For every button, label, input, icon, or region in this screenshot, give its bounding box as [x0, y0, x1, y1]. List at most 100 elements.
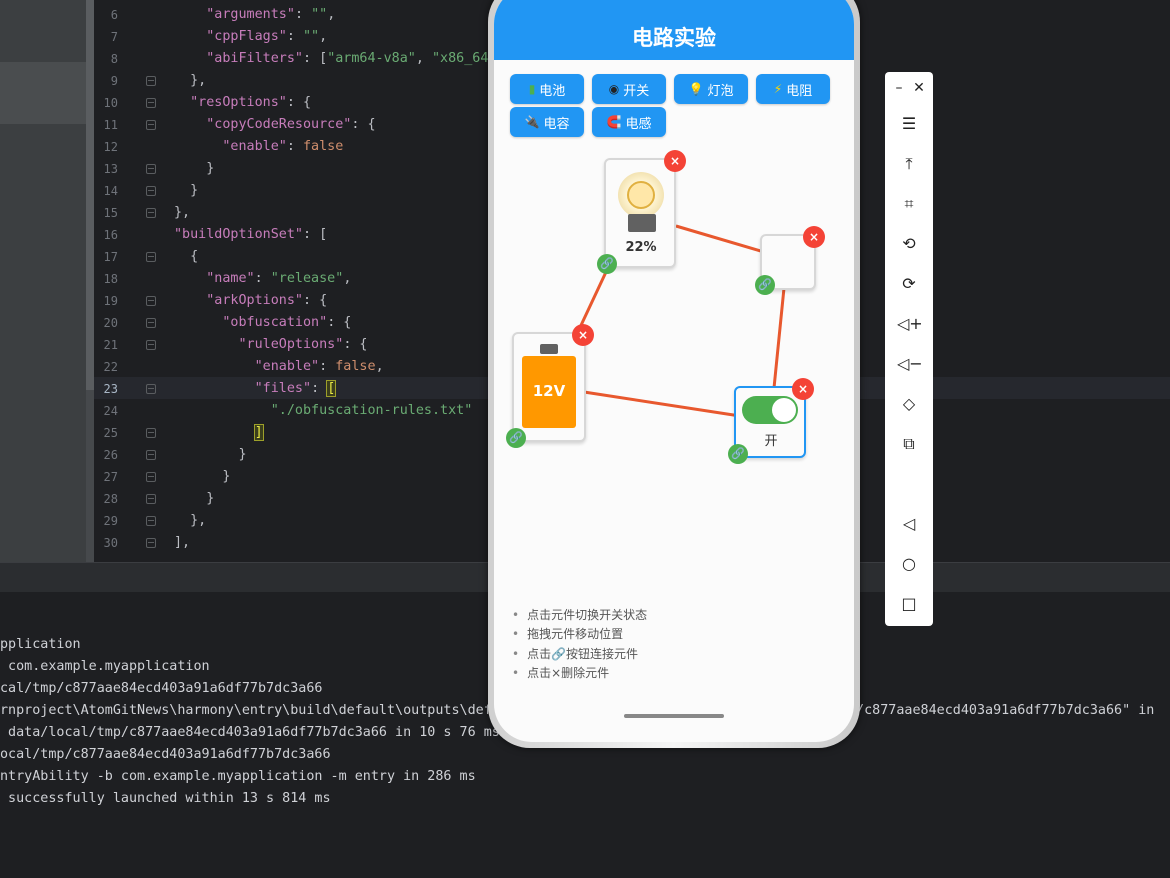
- lightning-icon: ⚡: [773, 82, 783, 96]
- device-frame: 电路实验 ▮ 电池 ◉ 开关 💡 灯泡 ⚡ 电阻 🔌 电容 🧲 电感 22% ×…: [488, 0, 860, 748]
- fold-icon[interactable]: [146, 340, 156, 350]
- fold-icon[interactable]: [146, 538, 156, 548]
- line-number: 26: [103, 448, 118, 462]
- battery-component[interactable]: 12V: [512, 332, 586, 442]
- console-line: rnproject\AtomGitNews\harmony\entry\buil…: [0, 703, 492, 718]
- panel-scrollbar[interactable]: [86, 0, 94, 562]
- line-number: 7: [110, 30, 118, 44]
- line-number: 23: [103, 382, 118, 396]
- volume-down-icon[interactable]: ◁−: [897, 352, 923, 376]
- instruction-item: 点击🔗按钮连接元件: [512, 645, 842, 664]
- line-number: 13: [103, 162, 118, 176]
- bulb-component[interactable]: 22%: [604, 158, 676, 268]
- fold-icon[interactable]: [146, 450, 156, 460]
- add-capacitor-label: 电容: [543, 116, 570, 132]
- delete-bulb-button[interactable]: ×: [664, 150, 686, 172]
- fold-icon[interactable]: [146, 252, 156, 262]
- fold-icon[interactable]: [146, 296, 156, 306]
- shake-icon[interactable]: ◇: [897, 392, 921, 416]
- fold-icon[interactable]: [146, 208, 156, 218]
- fold-icon[interactable]: [146, 318, 156, 328]
- line-number: 18: [103, 272, 118, 286]
- fold-icon[interactable]: [146, 472, 156, 482]
- line-number: 9: [110, 74, 118, 88]
- recent-icon[interactable]: □: [897, 592, 921, 616]
- close-icon[interactable]: ✕: [911, 76, 927, 100]
- code-text: }: [238, 447, 247, 462]
- delete-switch-button[interactable]: ×: [792, 378, 814, 400]
- line-number: 6: [110, 8, 118, 22]
- app-header: 电路实验: [494, 0, 854, 60]
- home-indicator[interactable]: [624, 714, 724, 718]
- fold-icon[interactable]: [146, 98, 156, 108]
- connect-resistor-button[interactable]: 🔗: [755, 275, 775, 295]
- console-line: successfully launched within 13 s 814 ms: [0, 791, 331, 806]
- line-number: 14: [103, 184, 118, 198]
- fold-icon[interactable]: [146, 384, 156, 394]
- console-line: ocal/tmp/c877aae84ecd403a91a6df77b7dc3a6…: [0, 747, 331, 762]
- scrollbar-thumb[interactable]: [86, 0, 94, 390]
- code-text: {: [190, 249, 199, 264]
- add-battery-button[interactable]: ▮ 电池: [510, 74, 584, 104]
- fold-icon[interactable]: [146, 494, 156, 504]
- instruction-item: 点击×删除元件: [512, 664, 842, 683]
- bulb-icon: 💡: [688, 82, 704, 96]
- link-icon: 🔗: [509, 431, 523, 444]
- crop-icon[interactable]: ⌗: [897, 192, 921, 216]
- code-text: "enable": false: [222, 139, 344, 154]
- circuit-canvas[interactable]: 22% × 🔗 × 🔗 12V × 🔗 开 × 🔗: [494, 132, 854, 592]
- link-icon: 🔗: [758, 278, 772, 291]
- pin-top-icon[interactable]: ⤒: [897, 152, 921, 176]
- rotate-alt-icon[interactable]: ⟳: [897, 272, 921, 296]
- code-text: "cppFlags": "",: [206, 29, 328, 44]
- menu-icon[interactable]: ☰: [897, 112, 921, 136]
- fold-icon[interactable]: [146, 120, 156, 130]
- console-line: cal/tmp/c877aae84ecd403a91a6df77b7dc3a66: [0, 681, 323, 696]
- fold-icon[interactable]: [146, 516, 156, 526]
- code-text: "./obfuscation-rules.txt": [270, 403, 473, 418]
- connect-bulb-button[interactable]: 🔗: [597, 254, 617, 274]
- line-number: 12: [103, 140, 118, 154]
- line-number: 20: [103, 316, 118, 330]
- line-number: 11: [103, 118, 118, 132]
- line-number: 27: [103, 470, 118, 484]
- bulb-base: [628, 214, 656, 232]
- battery-terminal: [540, 344, 558, 354]
- rotate-icon[interactable]: ⟲: [897, 232, 921, 256]
- plug-icon: 🔌: [524, 115, 540, 129]
- code-text: }: [222, 469, 231, 484]
- fold-icon[interactable]: [146, 164, 156, 174]
- fold-icon[interactable]: [146, 186, 156, 196]
- console-line: com.example.myapplication: [0, 659, 210, 674]
- device-screen[interactable]: 电路实验 ▮ 电池 ◉ 开关 💡 灯泡 ⚡ 电阻 🔌 电容 🧲 电感 22% ×…: [494, 0, 854, 742]
- minimize-icon[interactable]: –: [891, 76, 907, 100]
- delete-resistor-button[interactable]: ×: [803, 226, 825, 248]
- add-switch-button[interactable]: ◉ 开关: [592, 74, 666, 104]
- add-bulb-button[interactable]: 💡 灯泡: [674, 74, 748, 104]
- add-battery-label: 电池: [539, 83, 566, 99]
- home-icon[interactable]: ○: [897, 552, 921, 576]
- code-text: }: [206, 491, 215, 506]
- line-number: 17: [103, 250, 118, 264]
- battery-icon: ▮: [528, 82, 536, 96]
- add-resistor-button[interactable]: ⚡ 电阻: [756, 74, 830, 104]
- delete-battery-button[interactable]: ×: [572, 324, 594, 346]
- console-line: pplication: [0, 637, 81, 652]
- code-text: }: [206, 161, 215, 176]
- switch-toggle[interactable]: [742, 396, 798, 424]
- code-text: "enable": false,: [254, 359, 384, 374]
- volume-up-icon[interactable]: ◁+: [897, 312, 923, 336]
- fold-icon[interactable]: [146, 76, 156, 86]
- code-text: },: [174, 205, 191, 220]
- fold-icon[interactable]: [146, 428, 156, 438]
- back-icon[interactable]: ◁: [897, 512, 921, 536]
- bulb-icon: [627, 181, 655, 209]
- line-number: 16: [103, 228, 118, 242]
- screenshot-icon[interactable]: ⧉: [897, 432, 921, 456]
- emulator-toolbar: – ✕ ☰ ⤒ ⌗ ⟲ ⟳ ◁+ ◁− ◇ ⧉ ◁ ○ □: [885, 72, 933, 626]
- connect-battery-button[interactable]: 🔗: [506, 428, 526, 448]
- code-text: ]: [253, 424, 264, 441]
- line-number: 10: [103, 96, 118, 110]
- connect-switch-button[interactable]: 🔗: [728, 444, 748, 464]
- magnet-icon: 🧲: [606, 115, 622, 129]
